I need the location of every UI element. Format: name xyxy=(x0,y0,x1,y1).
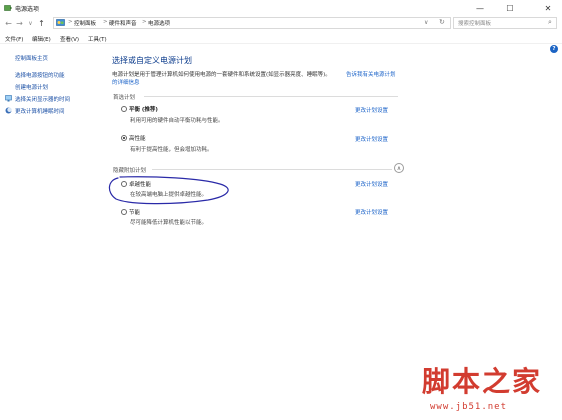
refresh-icon[interactable]: ↻ xyxy=(439,18,445,26)
plan-power-saver-name[interactable]: 节能 xyxy=(129,208,140,216)
help-icon[interactable]: ? xyxy=(550,45,558,53)
plan-power-saver-desc: 尽可能降低计算机性能以节能。 xyxy=(130,220,208,226)
watermark-brand: 脚本之家 xyxy=(422,365,543,398)
maximize-button[interactable]: ☐ xyxy=(498,0,522,16)
plan-ultimate-performance-change-link[interactable]: 更改计划设置 xyxy=(355,180,388,188)
breadcrumb-hardware-sound[interactable]: 硬件和声音 xyxy=(109,19,137,27)
sidebar-item-create-plan[interactable]: 创建电源计划 xyxy=(15,83,48,91)
menu-view[interactable]: 查看(V) xyxy=(60,35,79,43)
plan-power-saver-radio[interactable] xyxy=(121,209,127,215)
divider xyxy=(144,96,398,97)
plan-power-saver-change-link[interactable]: 更改计划设置 xyxy=(355,208,388,216)
plan-balanced-name[interactable]: 平衡 (推荐) xyxy=(129,105,158,113)
breadcrumb-power-options[interactable]: 电源选项 xyxy=(148,19,170,27)
plan-balanced-radio[interactable] xyxy=(121,106,127,112)
forward-icon[interactable]: → xyxy=(14,17,25,29)
sleep-icon xyxy=(5,107,12,114)
plan-high-performance-name[interactable]: 高性能 xyxy=(129,134,146,142)
back-icon[interactable]: ← xyxy=(3,17,14,29)
window-title: 电源选项 xyxy=(15,6,40,13)
learn-more-link-continued[interactable]: 的详细信息 xyxy=(112,78,140,86)
minimize-button[interactable]: — xyxy=(468,0,492,16)
power-options-icon xyxy=(4,5,12,11)
menu-edit[interactable]: 编辑(E) xyxy=(32,35,51,43)
learn-more-link[interactable]: 告诉我有关电源计划 xyxy=(346,70,396,78)
plan-balanced-desc: 利用可用的硬件自动平衡功耗与性能。 xyxy=(130,118,224,124)
menu-tools[interactable]: 工具(T) xyxy=(88,35,107,43)
breadcrumb-separator: > xyxy=(103,19,108,25)
collapse-chevron-icon[interactable]: ∧ xyxy=(394,163,404,173)
plan-high-performance-change-link[interactable]: 更改计划设置 xyxy=(355,135,388,143)
recent-locations-icon[interactable]: ∨ xyxy=(25,17,36,29)
breadcrumb-separator: > xyxy=(142,19,147,25)
display-icon xyxy=(5,95,12,102)
page-title: 选择或自定义电源计划 xyxy=(112,56,192,65)
up-icon[interactable]: ↑ xyxy=(36,17,47,29)
search-placeholder: 搜索控制面板 xyxy=(458,21,492,27)
menu-file[interactable]: 文件(F) xyxy=(5,35,23,43)
close-button[interactable]: ✕ xyxy=(536,0,560,16)
sidebar-item-sleep-time[interactable]: 更改计算机睡眠时间 xyxy=(15,107,65,115)
breadcrumb-separator: > xyxy=(68,19,73,25)
plan-high-performance-radio[interactable] xyxy=(121,135,127,141)
address-dropdown-icon[interactable]: ∨ xyxy=(424,19,428,26)
watermark-url: www.jb51.net xyxy=(430,402,508,412)
divider xyxy=(152,169,392,170)
sidebar-control-panel-home[interactable]: 控制面板主页 xyxy=(15,54,48,62)
page-description: 电源计划是用于管理计算机如何使用电源的一套硬件和系统设置(如显示器亮度、睡眠等)… xyxy=(112,72,331,78)
sidebar-item-power-buttons[interactable]: 选择电源按钮的功能 xyxy=(15,71,65,79)
menu-bar xyxy=(0,33,562,44)
search-icon[interactable]: ⌕ xyxy=(548,18,552,27)
plan-high-performance-desc: 有利于提高性能，但会增加功耗。 xyxy=(130,147,213,153)
preferred-plans-label: 首选计划 xyxy=(113,95,136,101)
sidebar-item-display-off[interactable]: 选择关闭显示器的时间 xyxy=(15,95,70,103)
hand-drawn-highlight-annotation xyxy=(108,176,229,205)
breadcrumb-control-panel[interactable]: 控制面板 xyxy=(74,19,96,27)
control-panel-icon xyxy=(56,19,65,26)
plan-balanced-change-link[interactable]: 更改计划设置 xyxy=(355,106,388,114)
